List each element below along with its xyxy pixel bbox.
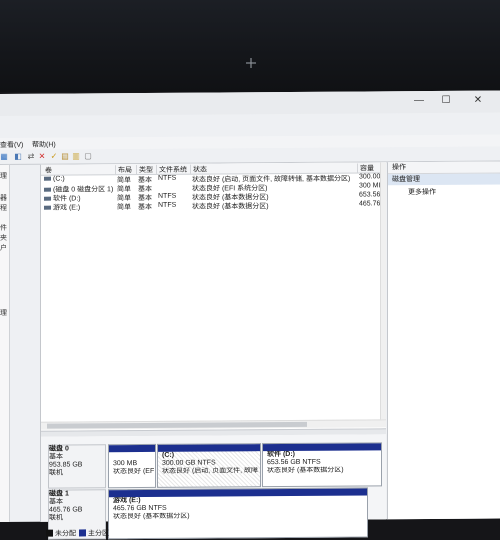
actions-section-disk-management[interactable]: 磁盘管理: [388, 173, 500, 186]
disk-state: 联机: [49, 514, 63, 522]
scrollbar-thumb[interactable]: [47, 421, 307, 429]
fs-cell: NTFS: [158, 192, 177, 200]
partition-status: 状态良好 (基本数据分区): [113, 512, 190, 521]
fs-cell: NTFS: [158, 201, 177, 209]
nav-item[interactable]: 理: [0, 308, 7, 318]
connect-icon[interactable]: ⇄: [27, 152, 35, 161]
volume-name-cell: (C:): [44, 175, 114, 183]
background-sparkle: [246, 58, 256, 68]
nav-item[interactable]: 件夹: [0, 223, 9, 243]
disk-graphical-view: 磁盘 0 基本 953.85 GB 联机 300 MB 状态良好 (EF (C:…: [41, 434, 386, 540]
navigation-pane: 理 器 程 件夹 户 理: [0, 164, 10, 523]
primary-swatch: [79, 529, 86, 537]
minimize-button[interactable]: —: [413, 95, 425, 106]
column-filesystem[interactable]: 文件系统: [156, 164, 187, 174]
volume-row[interactable]: 游戏 (E:) 简单 基本 NTFS 状态良好 (基本数据分区) 465.76: [41, 200, 386, 212]
partition-status: 状态良好 (基本数据分区): [267, 466, 344, 475]
volume-icon: [44, 205, 51, 210]
column-volume[interactable]: 卷: [43, 166, 52, 175]
nav-item[interactable]: 户: [0, 243, 7, 253]
nav-item[interactable]: 程: [0, 203, 7, 213]
status-cell: 状态良好 (基本数据分区): [192, 203, 269, 211]
column-type[interactable]: 类型: [136, 164, 153, 175]
legend-primary: 主分区: [88, 530, 109, 538]
maximize-button[interactable]: ☐: [440, 95, 452, 106]
column-layout[interactable]: 布局: [115, 165, 132, 175]
folder-icon[interactable]: ▤: [61, 152, 69, 161]
volume-icon: [44, 187, 51, 192]
check-icon[interactable]: ✓: [50, 152, 58, 161]
column-capacity[interactable]: 容量: [357, 163, 374, 173]
nav-item[interactable]: 理: [0, 171, 7, 181]
volume-icon: [44, 196, 51, 201]
more-actions-link[interactable]: 更多操作: [408, 187, 436, 197]
view-icon[interactable]: ▢: [84, 151, 92, 160]
menu-view[interactable]: 查看(V): [0, 140, 23, 150]
partition-d[interactable]: 软件 (D:) 653.56 GB NTFS 状态良好 (基本数据分区): [262, 442, 382, 488]
fs-cell: NTFS: [158, 174, 177, 182]
disk-management-window: — ☐ ✕ 查看(V) 帮助(H) ▦ ◧ ⇄ ✕ ✓ ▤ ▥ ▢ 理 器 程 …: [0, 90, 500, 540]
unallocated-swatch: [46, 529, 53, 537]
volume-name: 游戏 (E:): [53, 204, 81, 212]
legend-unallocated: 未分配: [55, 530, 76, 538]
background-dark-room: [0, 0, 500, 92]
volume-icon: [44, 176, 51, 181]
type-cell: 基本: [138, 203, 152, 212]
actions-title: 操作: [388, 161, 500, 175]
partition-status: 状态良好 (EF: [113, 467, 155, 476]
layout-cell: 简单: [117, 204, 131, 212]
volume-name: (C:): [53, 175, 65, 183]
volume-name-cell: 游戏 (E:): [44, 202, 114, 212]
partition-bar: [109, 444, 155, 453]
volume-list-pane: 卷 布局 类型 文件系统 状态 容量 (C:) 简单 基本 NTFS 状态良好 …: [40, 162, 386, 540]
vertical-scrollbar[interactable]: [380, 162, 386, 420]
delete-icon[interactable]: ✕: [38, 152, 46, 161]
close-button[interactable]: ✕: [472, 95, 484, 106]
column-status[interactable]: 状态: [190, 164, 207, 174]
actions-pane: 操作 磁盘管理 更多操作: [387, 161, 500, 520]
disk-state: 联机: [49, 469, 63, 477]
partition-c[interactable]: (C:) 300.00 GB NTFS 状态良好 (启动, 页面文件, 故障: [157, 443, 261, 488]
partition-status: 状态良好 (启动, 页面文件, 故障: [162, 467, 259, 475]
title-bar: — ☐ ✕: [0, 90, 500, 116]
properties-icon[interactable]: ▦: [0, 152, 8, 161]
disk-0-label[interactable]: 磁盘 0 基本 953.85 GB 联机: [48, 444, 106, 489]
nav-item[interactable]: 器: [0, 193, 7, 203]
help-icon[interactable]: ◧: [14, 152, 22, 161]
folder-open-icon[interactable]: ▥: [72, 151, 80, 160]
partition-efi[interactable]: 300 MB 状态良好 (EF: [108, 443, 156, 489]
menu-help[interactable]: 帮助(H): [32, 140, 56, 150]
